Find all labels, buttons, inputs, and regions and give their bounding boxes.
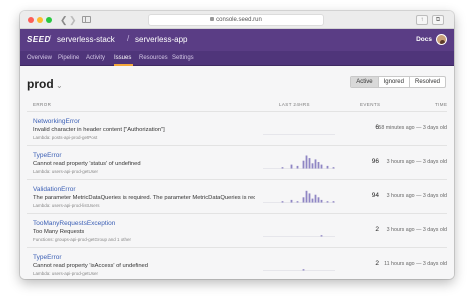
error-time: 3 hours ago — 3 days old: [386, 227, 447, 233]
tab-activity[interactable]: Activity: [86, 55, 105, 61]
tab-pipeline[interactable]: Pipeline: [58, 55, 79, 61]
activity-sparkline: [263, 134, 335, 135]
error-name[interactable]: TooManyRequestsException: [33, 220, 115, 227]
table-row[interactable]: TooManyRequestsException Too Many Request…: [27, 214, 447, 248]
error-time: 11 hours ago — 3 days old: [384, 261, 447, 267]
sparkline-bar: [326, 201, 329, 203]
sparkline-bar: [290, 164, 293, 169]
address-bar[interactable]: console.seed.run: [148, 14, 324, 26]
filter-resolved-button[interactable]: Resolved: [410, 77, 445, 87]
chevron-down-icon[interactable]: ⌄: [56, 81, 63, 90]
error-message: Too Many Requests: [33, 229, 85, 235]
seed-logo[interactable]: SEED: [27, 35, 51, 44]
table-row[interactable]: TypeError Cannot read property 'status' o…: [27, 146, 447, 180]
error-source: Lambda: users-api-prod-listUsers: [33, 203, 100, 208]
error-name[interactable]: ValidationError: [33, 186, 76, 193]
error-source: Lambda: users-api-prod-getUser: [33, 169, 99, 174]
breadcrumb-separator: /: [49, 34, 52, 43]
sparkline-bar: [302, 269, 305, 271]
address-bar-url: console.seed.run: [216, 17, 262, 23]
table-header: ERROR LAST 24HRS EVENTS TIME: [27, 99, 447, 112]
sparkline-bar: [308, 158, 311, 169]
sparkline-bar: [311, 198, 314, 203]
breadcrumb-separator: /: [127, 34, 130, 43]
column-header-error: ERROR: [33, 102, 52, 107]
sparkline-bar: [290, 199, 293, 203]
browser-window: ❮ ❯ console.seed.run ↑ ⧉ SEED / serverle…: [20, 11, 454, 279]
stage-selector[interactable]: prod: [27, 77, 54, 91]
activity-sparkline: [263, 269, 335, 271]
sparkline-bar: [320, 199, 323, 203]
avatar[interactable]: [436, 34, 447, 45]
forward-arrow-icon[interactable]: ❯: [69, 14, 77, 26]
tab-settings[interactable]: Settings: [172, 55, 194, 61]
sparkline-bar: [320, 164, 323, 169]
sidebar-toggle-icon[interactable]: [82, 16, 91, 23]
share-icon[interactable]: ↑: [416, 15, 428, 25]
table-row[interactable]: ValidationError The parameter MetricDataQ…: [27, 180, 447, 214]
sparkline-bar: [317, 197, 320, 203]
sparkline-bar: [302, 197, 305, 203]
sparkline-bar: [332, 167, 335, 169]
error-time: 3 hours ago — 3 days old: [386, 193, 447, 199]
filter-ignored-button[interactable]: Ignored: [379, 77, 410, 87]
error-message: Invalid character in header content ["Au…: [33, 127, 165, 133]
sparkline-bar: [281, 201, 284, 203]
sparkline-bar: [332, 201, 335, 203]
error-source: Functions: groups-api-prod-getGroup and …: [33, 237, 132, 242]
filter-active-button[interactable]: Active: [351, 77, 379, 87]
table-row[interactable]: TypeError Cannot read property 'isAccess'…: [27, 248, 447, 279]
sparkline-bar: [320, 235, 323, 237]
column-header-last: LAST 24HRS: [279, 102, 310, 107]
sparkline-bar: [314, 194, 317, 203]
issues-table: ERROR LAST 24HRS EVENTS TIME NetworkingE…: [27, 99, 447, 279]
docs-link[interactable]: Docs: [416, 36, 432, 43]
sparkline-bar: [326, 165, 329, 169]
maximize-window-button[interactable]: [46, 17, 52, 23]
sparkline-bar: [317, 162, 320, 169]
browser-chrome: ❮ ❯ console.seed.run ↑ ⧉: [20, 11, 454, 29]
error-name[interactable]: NetworkingError: [33, 118, 80, 125]
sparkline-bar: [281, 167, 284, 169]
column-header-events: EVENTS: [360, 102, 381, 107]
issue-filter-group: Active Ignored Resolved: [350, 76, 446, 88]
back-arrow-icon[interactable]: ❮: [60, 14, 68, 26]
sparkline-bar: [314, 159, 317, 169]
tab-overview[interactable]: Overview: [27, 55, 52, 61]
activity-sparkline: [263, 155, 335, 169]
error-name[interactable]: TypeError: [33, 254, 62, 261]
issues-content: prod ⌄ Active Ignored Resolved ERROR LAS…: [20, 66, 454, 279]
error-message: Cannot read property 'status' of undefin…: [33, 161, 141, 167]
close-window-button[interactable]: [28, 17, 34, 23]
error-message: Cannot read property 'isAccess' of undef…: [33, 263, 148, 269]
error-time: 3 hours ago — 3 days old: [386, 159, 447, 165]
error-source: Lambda: users-api-prod-getUser: [33, 271, 99, 276]
activity-sparkline: [263, 190, 335, 203]
error-name[interactable]: TypeError: [33, 152, 62, 159]
breadcrumb-org[interactable]: serverless-stack: [57, 35, 115, 44]
column-header-time: TIME: [435, 102, 448, 107]
tab-resources[interactable]: Resources: [139, 55, 168, 61]
minimize-window-button[interactable]: [37, 17, 43, 23]
sparkline-bar: [302, 160, 305, 169]
sparkline-bar: [308, 193, 311, 203]
app-header: SEED / serverless-stack / serverless-app…: [20, 29, 454, 51]
breadcrumb-app[interactable]: serverless-app: [135, 35, 187, 44]
tab-bar: Overview Pipeline Activity Issues Resour…: [20, 51, 454, 66]
sparkline-bar: [296, 165, 299, 169]
table-row[interactable]: NetworkingError Invalid character in head…: [27, 112, 447, 146]
sparkline-bar: [296, 201, 299, 203]
activity-sparkline: [263, 235, 335, 237]
error-time: 58 minutes ago — 3 days old: [378, 125, 447, 131]
sparkline-bar: [305, 190, 308, 203]
tab-issues[interactable]: Issues: [114, 55, 131, 61]
lock-icon: [210, 17, 215, 21]
sparkline-bar: [305, 155, 308, 169]
error-message: The parameter MetricDataQueries is requi…: [33, 195, 255, 201]
tabs-overview-icon[interactable]: ⧉: [432, 15, 444, 25]
sparkline-bar: [311, 163, 314, 169]
error-source: Lambda: posts-api-prod-getPost: [33, 135, 98, 140]
